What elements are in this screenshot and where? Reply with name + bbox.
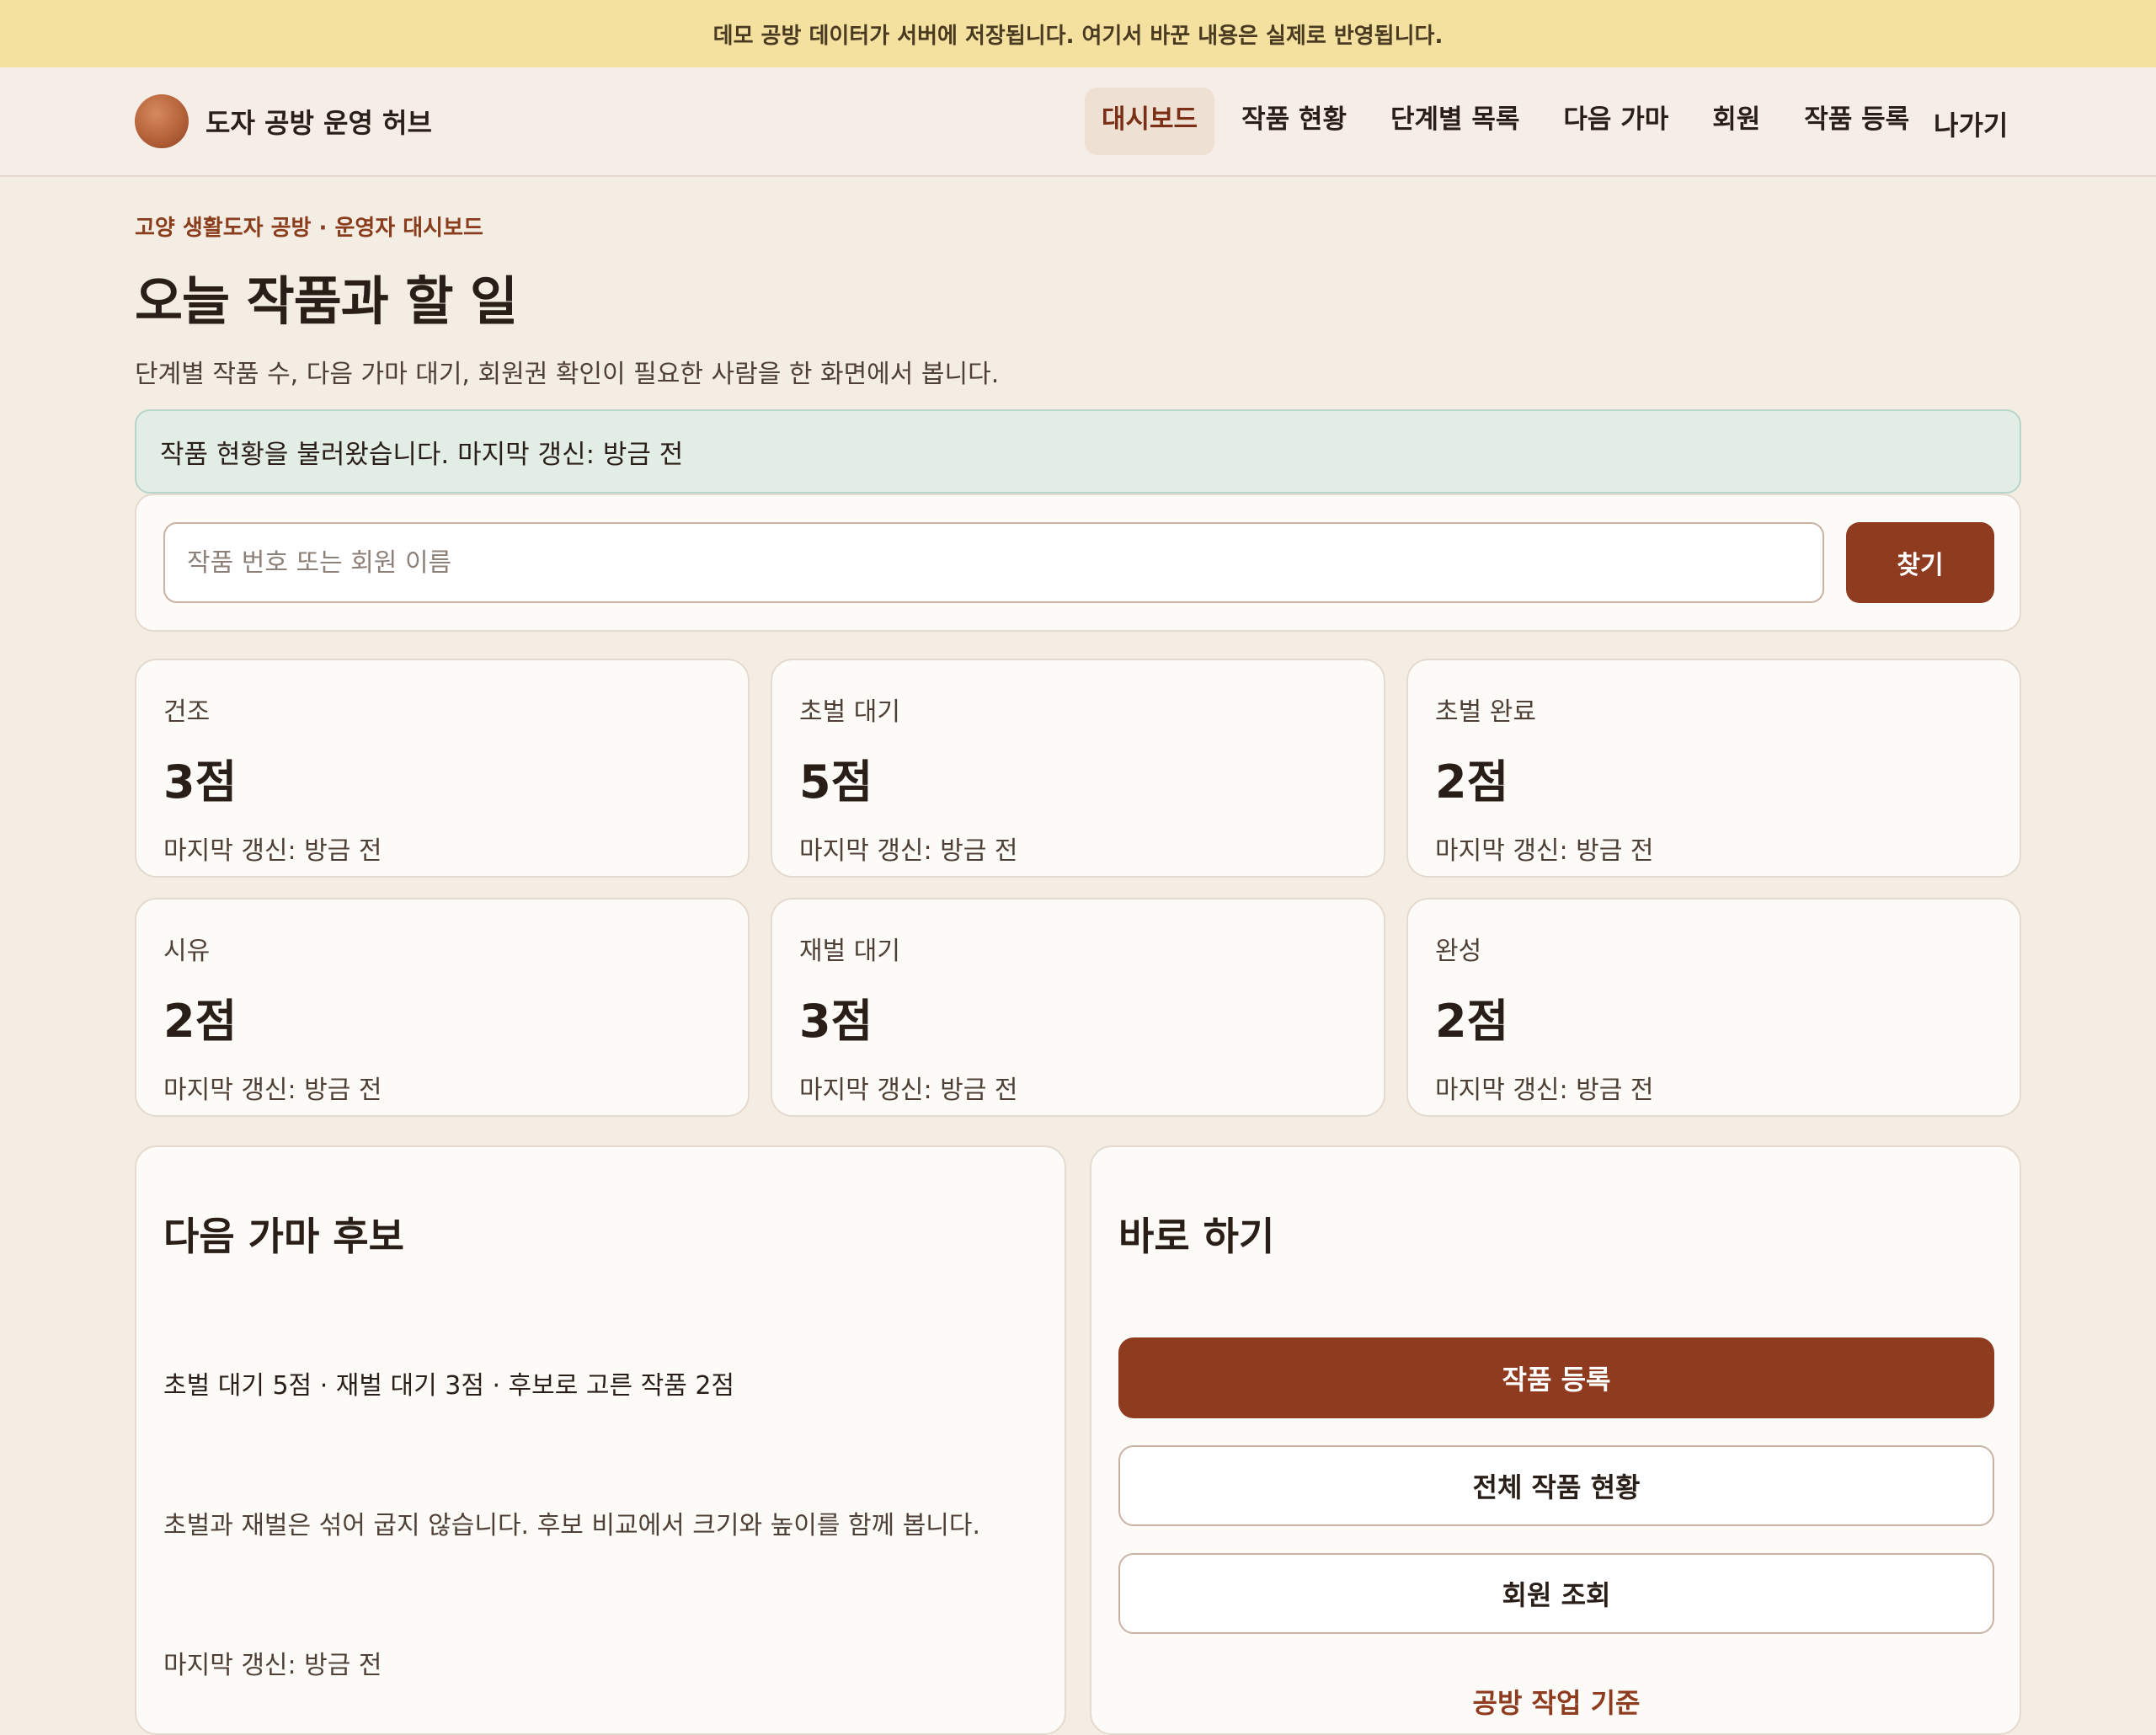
stat-value: 2점 xyxy=(1435,755,1509,809)
next-kiln-title: 다음 가마 후보 xyxy=(163,1214,404,1259)
stat-card-finished[interactable]: 완성 2점 마지막 갱신: 방금 전 xyxy=(1406,898,2021,1117)
quick-actions-title: 바로 하기 xyxy=(1118,1214,1275,1259)
nav-item-register-work[interactable]: 작품 등록 xyxy=(1787,88,1926,146)
stat-card-bisque-done[interactable]: 초벌 완료 2점 마지막 갱신: 방금 전 xyxy=(1406,659,2021,878)
brand-name: 도자 공방 운영 허브 xyxy=(205,107,432,139)
page-eyebrow: 고양 생활도자 공방 · 운영자 대시보드 xyxy=(135,216,483,241)
load-status-message: 작품 현황을 불러왔습니다. 마지막 갱신: 방금 전 xyxy=(135,409,2021,494)
demo-notice-text: 데모 공방 데이터가 서버에 저장됩니다. 여기서 바꾼 내용은 실제로 반영됩… xyxy=(712,23,1444,49)
stat-label: 초벌 완료 xyxy=(1435,697,1536,727)
nav-item-stage-list[interactable]: 단계별 목록 xyxy=(1374,88,1536,146)
stat-value: 5점 xyxy=(799,755,873,809)
search-button[interactable]: 찾기 xyxy=(1846,522,1994,603)
stat-value: 3점 xyxy=(163,755,237,809)
stat-value: 3점 xyxy=(799,995,873,1048)
stat-card-glazing[interactable]: 시유 2점 마지막 갱신: 방금 전 xyxy=(135,898,750,1117)
next-kiln-note: 초벌과 재벌은 섞어 굽지 않습니다. 후보 비교에서 크기와 높이를 함께 봅… xyxy=(163,1511,981,1540)
next-kiln-summary: 초벌 대기 5점 · 재벌 대기 3점 · 후보로 고른 작품 2점 xyxy=(163,1371,735,1401)
workshop-guidelines-link[interactable]: 공방 작업 기준 xyxy=(1118,1661,1994,1733)
stat-updated: 마지막 갱신: 방금 전 xyxy=(799,1076,1018,1105)
all-works-status-button[interactable]: 전체 작품 현황 xyxy=(1118,1445,1994,1526)
page-description: 단계별 작품 수, 다음 가마 대기, 회원권 확인이 필요한 사람을 한 화면… xyxy=(135,360,1000,389)
demo-notice-banner: 데모 공방 데이터가 서버에 저장됩니다. 여기서 바꾼 내용은 실제로 반영됩… xyxy=(0,0,2156,67)
stat-value: 2점 xyxy=(1435,995,1509,1048)
stat-updated: 마지막 갱신: 방금 전 xyxy=(1435,836,1654,866)
stat-card-drying[interactable]: 건조 3점 마지막 갱신: 방금 전 xyxy=(135,659,750,878)
stat-value: 2점 xyxy=(163,995,237,1048)
register-work-button[interactable]: 작품 등록 xyxy=(1118,1337,1994,1418)
stat-updated: 마지막 갱신: 방금 전 xyxy=(799,836,1018,866)
next-kiln-panel: 다음 가마 후보 초벌 대기 5점 · 재벌 대기 3점 · 후보로 고른 작품… xyxy=(135,1145,1066,1735)
page-title: 오늘 작품과 할 일 xyxy=(135,270,518,332)
nav-item-dashboard[interactable]: 대시보드 xyxy=(1085,88,1215,155)
stat-label: 초벌 대기 xyxy=(799,697,900,727)
stat-card-bisque-waiting[interactable]: 초벌 대기 5점 마지막 갱신: 방금 전 xyxy=(771,659,1385,878)
brand[interactable]: 도자 공방 운영 허브 xyxy=(135,94,432,148)
logout-link[interactable]: 나가기 xyxy=(1934,104,2008,143)
search-card: 찾기 xyxy=(135,494,2021,632)
nav-item-works-status[interactable]: 작품 현황 xyxy=(1225,88,1364,146)
next-kiln-updated: 마지막 갱신: 방금 전 xyxy=(163,1651,382,1680)
nav-item-members[interactable]: 회원 xyxy=(1695,88,1777,146)
stat-updated: 마지막 갱신: 방금 전 xyxy=(163,836,382,866)
stat-label: 시유 xyxy=(163,937,211,966)
member-lookup-button[interactable]: 회원 조회 xyxy=(1118,1553,1994,1634)
stat-label: 완성 xyxy=(1435,937,1482,966)
search-input[interactable] xyxy=(163,522,1824,603)
stat-updated: 마지막 갱신: 방금 전 xyxy=(163,1076,382,1105)
stat-card-glaze-firing-waiting[interactable]: 재벌 대기 3점 마지막 갱신: 방금 전 xyxy=(771,898,1385,1117)
stat-label: 재벌 대기 xyxy=(799,937,900,966)
main-nav: 대시보드 작품 현황 단계별 목록 다음 가마 회원 작품 등록 xyxy=(1085,88,1936,155)
pottery-logo-icon xyxy=(135,94,189,148)
stat-label: 건조 xyxy=(163,697,211,727)
stat-updated: 마지막 갱신: 방금 전 xyxy=(1435,1076,1654,1105)
quick-actions-panel: 바로 하기 작품 등록 전체 작품 현황 회원 조회 공방 작업 기준 xyxy=(1090,1145,2021,1735)
status-text: 작품 현황을 불러왔습니다. 마지막 갱신: 방금 전 xyxy=(160,439,684,470)
nav-item-next-kiln[interactable]: 다음 가마 xyxy=(1546,88,1685,146)
top-navigation-bar: 도자 공방 운영 허브 대시보드 작품 현황 단계별 목록 다음 가마 회원 작… xyxy=(0,67,2156,177)
dashboard-content: 고양 생활도자 공방 · 운영자 대시보드 오늘 작품과 할 일 단계별 작품 … xyxy=(135,177,2021,1735)
